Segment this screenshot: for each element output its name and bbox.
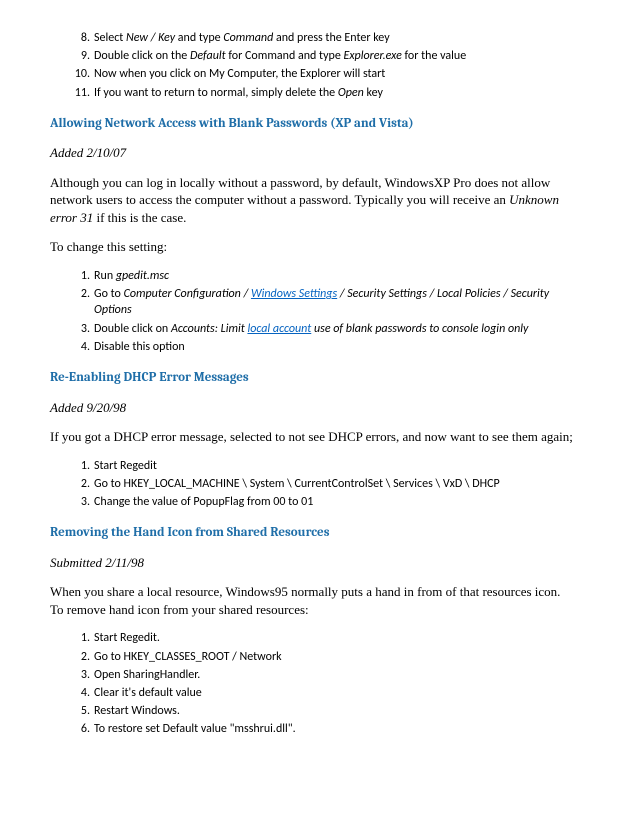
paragraph: Although you can log in locally without … [50,174,588,227]
list-item: 1.Run gpedit.msc [94,268,588,284]
list-item: 1.Start Regedit. [94,630,588,646]
list-item: 10.Now when you click on My Computer, th… [94,66,588,82]
list-item: 2.Go to HKEY_LOCAL_MACHINE \ System \ Cu… [94,476,588,492]
section-heading-hand-icon: Removing the Hand Icon from Shared Resou… [50,524,588,542]
list-item: 3.Double click on Accounts: Limit local … [94,321,588,337]
list-item: 2.Go to HKEY_CLASSES_ROOT / Network [94,649,588,665]
list-item: 1.Start Regedit [94,458,588,474]
list-item: 3.Change the value of PopupFlag from 00 … [94,494,588,510]
link-local-account[interactable]: local account [247,322,311,336]
list-item: 5.Restart Windows. [94,703,588,719]
date-line: Added 2/10/07 [50,144,588,162]
list-item: 3.Open SharingHandler. [94,667,588,683]
list-item: 9.Double click on the Default for Comman… [94,48,588,64]
paragraph: To change this setting: [50,238,588,256]
section-heading-network-access: Allowing Network Access with Blank Passw… [50,115,588,133]
link-windows-settings[interactable]: Windows Settings [251,287,337,301]
date-line: Submitted 2/11/98 [50,554,588,572]
section2-list: 1.Start Regedit 2.Go to HKEY_LOCAL_MACHI… [50,458,588,511]
section-heading-dhcp: Re-Enabling DHCP Error Messages [50,369,588,387]
paragraph: If you got a DHCP error message, selecte… [50,428,588,446]
paragraph: To remove hand icon from your shared res… [50,601,588,619]
list-item: 2.Go to Computer Configuration / Windows… [94,286,588,318]
list-item: 11.If you want to return to normal, simp… [94,85,588,101]
list-item: 8.Select New / Key and type Command and … [94,30,588,46]
date-line: Added 9/20/98 [50,399,588,417]
paragraph: When you share a local resource, Windows… [50,583,588,601]
list-item: 4.Disable this option [94,339,588,355]
section3-list: 1.Start Regedit. 2.Go to HKEY_CLASSES_RO… [50,630,588,737]
list-item: 4.Clear it's default value [94,685,588,701]
list-item: 6.To restore set Default value "msshrui.… [94,721,588,737]
section1-list: 1.Run gpedit.msc 2.Go to Computer Config… [50,268,588,355]
top-list: 8.Select New / Key and type Command and … [50,30,588,101]
